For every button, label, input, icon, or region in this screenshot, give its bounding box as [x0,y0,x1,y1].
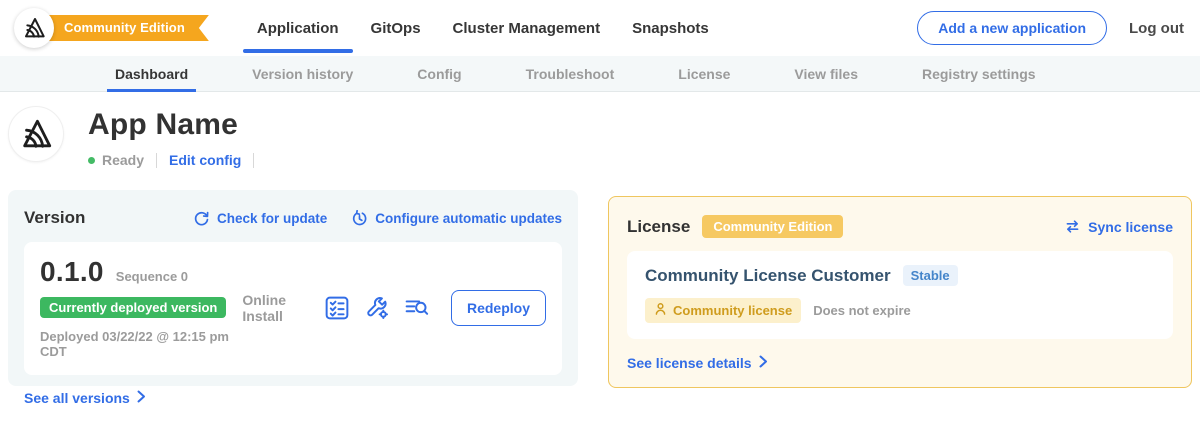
refresh-icon [193,210,210,227]
preflight-checklist-icon[interactable] [325,296,349,320]
license-card: License Community Edition Sync license [608,196,1192,388]
expiry-text: Does not expire [813,303,911,318]
admin-console-page: Community Edition Application GitOps Clu… [0,0,1200,424]
see-all-versions-link[interactable]: See all versions [24,390,562,406]
redeploy-button[interactable]: Redeploy [451,290,546,326]
config-wrench-gear-icon[interactable] [365,296,389,320]
check-for-update-link[interactable]: Check for update [193,210,327,227]
subtab-troubleshoot[interactable]: Troubleshoot [526,56,615,91]
customer-name: Community License Customer [645,266,891,286]
status-text: Ready [102,152,144,168]
current-version-panel: 0.1.0 Sequence 0 Currently deployed vers… [24,242,562,375]
brand-logo-group: Community Edition [14,8,209,48]
top-nav-right: Add a new application Log out [917,11,1184,45]
ready-status-dot-icon [88,157,95,164]
subtab-license[interactable]: License [678,56,730,91]
version-card-title: Version [24,208,85,228]
dashboard-cards: Version Check for update [0,168,1200,388]
sequence-label: Sequence 0 [116,269,188,284]
subtab-version-history[interactable]: Version history [252,56,353,91]
sync-arrows-icon [1064,218,1081,235]
version-number-row: 0.1.0 Sequence 0 [40,256,242,288]
logout-link[interactable]: Log out [1129,20,1184,37]
app-logo-icon [8,106,64,162]
subtab-registry-settings[interactable]: Registry settings [922,56,1036,91]
chevron-right-icon [759,355,768,371]
community-edition-badge: Community Edition [702,215,843,238]
version-action-group: Online Install [242,290,546,326]
subtab-view-files[interactable]: View files [794,56,858,91]
version-number: 0.1.0 [40,256,104,288]
tab-application[interactable]: Application [257,0,339,56]
divider [156,153,157,168]
add-new-application-button[interactable]: Add a new application [917,11,1107,45]
install-type-label: Online Install [242,292,305,324]
app-status-row: Ready Edit config [88,152,266,168]
page-title: App Name [88,108,266,142]
subtab-config[interactable]: Config [417,56,461,91]
community-edition-ribbon: Community Edition [28,15,209,41]
version-card-header: Version Check for update [24,208,562,228]
sync-license-link[interactable]: Sync license [1064,218,1173,235]
chevron-right-icon [137,390,146,406]
see-license-details-link[interactable]: See license details [627,355,1173,371]
person-icon [654,302,667,319]
license-type-chip: Community license [645,298,801,323]
app-header: App Name Ready Edit config [0,92,1200,168]
channel-badge: Stable [903,265,958,286]
replicated-logo-icon [14,8,54,48]
view-logs-icon[interactable] [405,296,429,320]
tab-gitops[interactable]: GitOps [371,0,421,56]
configure-automatic-updates-link[interactable]: Configure automatic updates [351,210,562,227]
top-nav-tabs: Application GitOps Cluster Management Sn… [257,0,709,56]
app-title-block: App Name Ready Edit config [88,106,266,168]
deployed-timestamp: Deployed 03/22/22 @ 12:15 pm CDT [40,329,242,359]
app-sub-nav: Dashboard Version history Config Trouble… [0,56,1200,92]
customer-row: Community License Customer Stable [645,265,1155,286]
version-info: 0.1.0 Sequence 0 Currently deployed vers… [40,256,242,359]
divider [253,153,254,168]
version-card: Version Check for update [8,190,578,386]
tab-cluster-management[interactable]: Cluster Management [453,0,601,56]
edit-config-link[interactable]: Edit config [169,152,241,168]
license-card-header: License Community Edition Sync license [627,215,1173,238]
top-nav: Community Edition Application GitOps Clu… [0,0,1200,56]
subtab-dashboard[interactable]: Dashboard [115,56,188,91]
license-type-row: Community license Does not expire [645,298,1155,323]
tab-snapshots[interactable]: Snapshots [632,0,709,56]
license-card-title: License [627,217,690,237]
license-details-panel: Community License Customer Stable Commun… [627,251,1173,339]
version-card-actions: Check for update Configure automatic upd… [193,210,562,227]
clock-refresh-icon [351,210,368,227]
currently-deployed-badge: Currently deployed version [40,297,226,318]
